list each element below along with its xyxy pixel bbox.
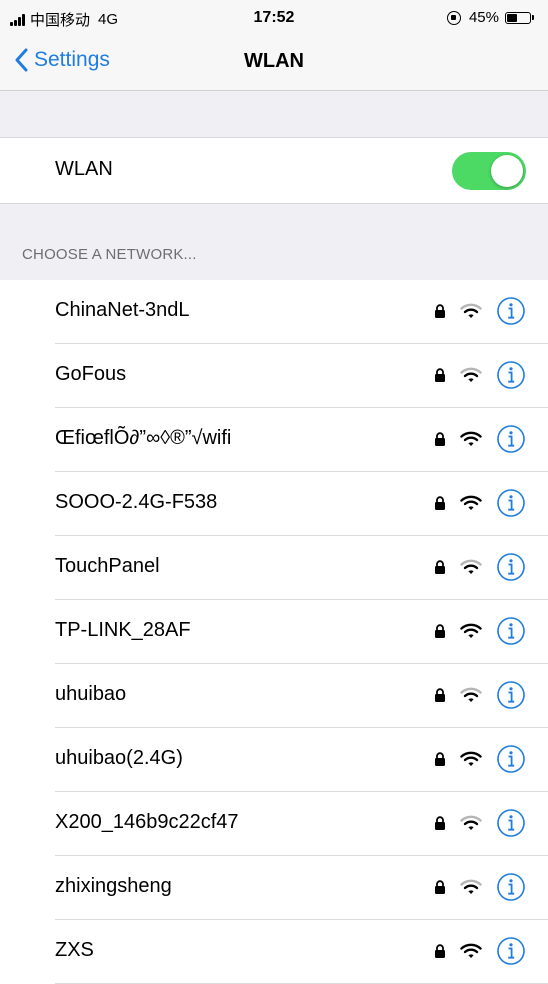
network-status-icons: [434, 552, 526, 582]
network-status-icons: [434, 872, 526, 902]
network-name: TP-LINK_28AF: [55, 619, 191, 641]
wifi-icon: [460, 431, 482, 446]
lock-icon: [435, 432, 445, 446]
lock-icon: [435, 688, 445, 702]
status-bar-right: 45%: [446, 9, 534, 26]
section-header-area: CHOOSE A NETWORK...: [0, 203, 548, 281]
network-status-icons: [434, 680, 526, 710]
wifi-icon: [460, 559, 482, 574]
section-header: CHOOSE A NETWORK...: [22, 246, 197, 263]
network-name: ZXS: [55, 939, 94, 961]
battery-icon: [505, 11, 531, 24]
wlan-toggle-switch[interactable]: [452, 152, 526, 190]
network-row[interactable]: ŒfiœflÕ∂”∞◊®”√wifi: [0, 408, 548, 472]
info-icon[interactable]: [496, 936, 526, 966]
lock-icon: [435, 624, 445, 638]
info-icon[interactable]: [496, 296, 526, 326]
network-status-icons: [434, 296, 526, 326]
battery-percent: 45%: [468, 9, 499, 26]
page-title: WLAN: [244, 50, 304, 72]
network-status-icons: [434, 936, 526, 966]
lock-icon: [435, 816, 445, 830]
wifi-icon: [460, 943, 482, 958]
network-row[interactable]: X200_146b9c22cf47: [0, 792, 548, 856]
info-icon[interactable]: [496, 808, 526, 838]
wifi-icon: [460, 367, 482, 382]
network-row[interactable]: uhuibao: [0, 664, 548, 728]
lock-icon: [435, 944, 445, 958]
info-icon[interactable]: [496, 424, 526, 454]
info-icon[interactable]: [496, 680, 526, 710]
network-name: uhuibao(2.4G): [55, 747, 183, 769]
lock-icon: [435, 368, 445, 382]
battery-tip: [532, 15, 534, 20]
network-row[interactable]: zhixingsheng: [0, 856, 548, 920]
network-row[interactable]: GoFous: [0, 344, 548, 408]
network-status-icons: [434, 424, 526, 454]
wifi-icon: [460, 623, 482, 638]
network-row[interactable]: TP-LINK_28AF: [0, 600, 548, 664]
wifi-icon: [460, 815, 482, 830]
network-row[interactable]: TouchPanel: [0, 536, 548, 600]
network-list: ChinaNet-3ndL GoFous ŒfiœflÕ∂”∞◊®”√wifi SOO…: [0, 280, 548, 984]
network-status-icons: [434, 744, 526, 774]
info-icon[interactable]: [496, 616, 526, 646]
network-name: zhixingsheng: [55, 875, 172, 897]
status-bar: 中国移动 4G 17:52 45%: [0, 0, 548, 38]
lock-icon: [435, 752, 445, 766]
orientation-lock-icon: [446, 10, 461, 25]
network-status-icons: [434, 360, 526, 390]
network-row[interactable]: uhuibao(2.4G): [0, 728, 548, 792]
wifi-icon: [460, 303, 482, 318]
network-name: TouchPanel: [55, 555, 160, 577]
network-name: SOOO-2.4G-F538: [55, 491, 218, 513]
network-name: uhuibao: [55, 683, 127, 705]
toggle-knob: [491, 155, 523, 187]
info-icon[interactable]: [496, 744, 526, 774]
network-name: X200_146b9c22cf47: [55, 811, 239, 833]
info-icon[interactable]: [496, 488, 526, 518]
wifi-icon: [460, 751, 482, 766]
network-status-icons: [434, 488, 526, 518]
lock-icon: [435, 496, 445, 510]
lock-icon: [435, 304, 445, 318]
network-row[interactable]: ZXS: [0, 920, 548, 984]
network-status-icons: [434, 808, 526, 838]
lock-icon: [435, 880, 445, 894]
info-icon[interactable]: [496, 552, 526, 582]
network-name: ŒfiœflÕ∂”∞◊®”√wifi: [55, 427, 232, 449]
info-icon[interactable]: [496, 360, 526, 390]
network-name: ChinaNet-3ndL: [55, 299, 190, 321]
network-row[interactable]: ChinaNet-3ndL: [0, 280, 548, 344]
navigation-bar: Settings WLAN: [0, 38, 548, 91]
battery-fill: [507, 13, 517, 22]
network-status-icons: [434, 616, 526, 646]
network-name: GoFous: [55, 363, 127, 385]
wifi-icon: [460, 687, 482, 702]
network-row[interactable]: SOOO-2.4G-F538: [0, 472, 548, 536]
info-icon[interactable]: [496, 872, 526, 902]
lock-icon: [435, 560, 445, 574]
wlan-toggle-row: WLAN: [0, 138, 548, 202]
group-spacer: [0, 91, 548, 138]
wifi-icon: [460, 879, 482, 894]
wlan-toggle-label: WLAN: [55, 158, 113, 180]
wifi-icon: [460, 495, 482, 510]
